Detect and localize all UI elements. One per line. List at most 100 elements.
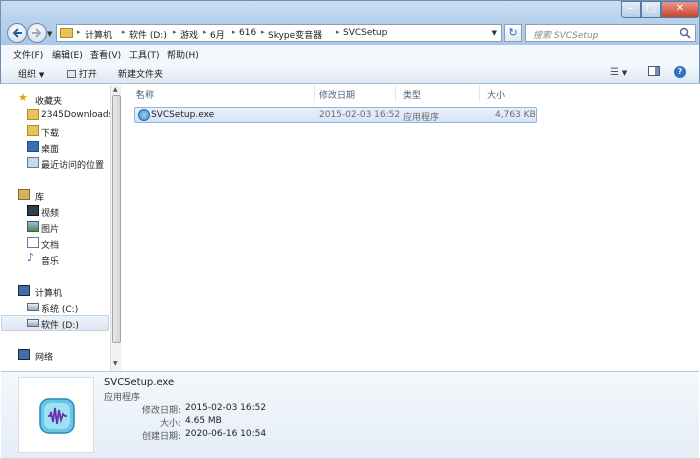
sidebar-item-videos[interactable]: 视频 (1, 203, 109, 219)
column-header-type[interactable]: 类型 (396, 85, 480, 102)
menu-view[interactable]: 查看(V) (90, 48, 121, 61)
file-thumbnail (18, 377, 94, 453)
breadcrumb-drive-d[interactable]: 软件 (D:) (129, 28, 167, 41)
scrollbar-thumb[interactable] (112, 95, 121, 343)
breadcrumb-skype-voice-changer[interactable]: Skype变音器 (268, 28, 322, 41)
sidebar-item-label: 库 (35, 193, 45, 203)
menu-tools[interactable]: 工具(T) (129, 48, 160, 61)
search-placeholder: 搜索 SVCSetup (533, 31, 599, 41)
open-button[interactable]: 打开 (67, 67, 97, 80)
pictures-icon (27, 221, 39, 232)
sidebar-item-label: 视频 (41, 209, 60, 219)
breadcrumb-computer[interactable]: 计算机 (85, 28, 112, 41)
voice-changer-app-icon (39, 398, 75, 434)
sidebar-item-2345downloads[interactable]: 2345Downloads (1, 107, 113, 123)
breadcrumb-separator-icon[interactable]: ▸ (232, 28, 236, 36)
sidebar-network[interactable]: 网络 (1, 347, 109, 363)
column-header-size[interactable]: 大小 (480, 85, 540, 102)
sidebar-item-recent-places[interactable]: 最近访问的位置 (1, 155, 109, 171)
details-pane: SVCSetup.exe 应用程序 修改日期: 2015-02-03 16:52… (1, 371, 699, 458)
view-options-button[interactable]: ☰ ▼ (610, 67, 627, 78)
documents-icon (27, 237, 39, 248)
address-history-dropdown-icon[interactable]: ▼ (492, 29, 497, 37)
breadcrumb-separator-icon[interactable]: ▸ (336, 28, 340, 36)
refresh-button[interactable]: ↻ (504, 24, 522, 42)
details-created-value: 2020-06-16 10:54 (185, 429, 267, 439)
file-list: 名称 ▲ 修改日期 类型 大小 SVCSetup.exe 2015-02-03 … (123, 85, 698, 371)
details-modified-label: 修改日期: (141, 406, 181, 416)
folder-icon (60, 28, 73, 38)
maximize-button[interactable]: □ (641, 1, 661, 18)
menu-help[interactable]: 帮助(H) (167, 48, 199, 61)
chevron-down-icon: ▼ (621, 69, 628, 77)
sidebar-item-pictures[interactable]: 图片 (1, 219, 109, 235)
navigation-scrollbar[interactable]: ▲ ▼ (110, 85, 121, 371)
recent-pages-dropdown-icon[interactable]: ▼ (47, 30, 52, 38)
breadcrumb-separator-icon[interactable]: ▸ (77, 28, 81, 36)
help-button[interactable]: ? (674, 66, 686, 78)
sidebar-item-label: 2345Downloads (41, 110, 114, 120)
window-titlebar: – □ ✕ ▼ ▸ 计算机 ▸ 软件 (D:) ▸ 游戏 ▸ 6月 ▸ 616 … (0, 0, 700, 45)
sidebar-item-desktop[interactable]: 桌面 (1, 139, 109, 155)
file-modified: 2015-02-03 16:52 (319, 110, 401, 120)
back-button[interactable] (7, 23, 27, 43)
sidebar-item-label: 文档 (41, 241, 60, 251)
sidebar-item-label: 图片 (41, 225, 60, 235)
column-header-name[interactable]: 名称 ▲ (129, 85, 315, 102)
sidebar-item-documents[interactable]: 文档 (1, 235, 109, 251)
close-button[interactable]: ✕ (661, 1, 699, 18)
breadcrumb-separator-icon[interactable]: ▸ (122, 28, 126, 36)
file-type: 应用程序 (403, 113, 440, 123)
sidebar-item-drive-c[interactable]: 系统 (C:) (1, 299, 109, 315)
table-row[interactable]: SVCSetup.exe 2015-02-03 16:52 应用程序 4,763… (134, 107, 537, 123)
downloads-folder-icon (27, 125, 39, 136)
column-header-label: 修改日期 (319, 91, 356, 101)
menu-edit[interactable]: 编辑(E) (52, 48, 83, 61)
sidebar-item-label: 下载 (41, 129, 60, 139)
column-header-label: 类型 (403, 91, 422, 101)
forward-button[interactable] (27, 23, 47, 43)
sidebar-computer[interactable]: 计算机 (1, 283, 109, 299)
search-icon[interactable] (679, 27, 691, 39)
scroll-up-icon[interactable]: ▲ (113, 86, 118, 93)
organize-label: 组织 (18, 70, 37, 80)
file-size: 4,763 KB (495, 110, 536, 120)
navigation-pane: ★ 收藏夹 2345Downloads 下载 桌面 最近访问的位置 库 视频 图… (1, 85, 121, 371)
open-icon (67, 70, 76, 78)
help-icon: ? (674, 66, 686, 78)
column-header-modified[interactable]: 修改日期 (312, 85, 396, 102)
recent-places-icon (27, 157, 39, 168)
scroll-down-icon[interactable]: ▼ (113, 360, 118, 367)
details-created-label: 创建日期: (141, 432, 181, 442)
sidebar-item-drive-d[interactable]: 软件 (D:) (1, 315, 109, 331)
breadcrumb-june[interactable]: 6月 (210, 28, 225, 41)
breadcrumb-separator-icon[interactable]: ▸ (261, 28, 265, 36)
breadcrumb-svcsetup[interactable]: SVCSetup (343, 28, 387, 38)
search-box[interactable]: 搜索 SVCSetup (525, 24, 696, 42)
drive-icon (27, 319, 39, 327)
organize-button[interactable]: 组织 ▼ (18, 67, 44, 80)
details-file-name: SVCSetup.exe (104, 377, 175, 388)
system-drive-icon (27, 303, 39, 311)
sidebar-libraries[interactable]: 库 (1, 187, 109, 203)
menu-file[interactable]: 文件(F) (13, 48, 43, 61)
sidebar-item-downloads[interactable]: 下载 (1, 123, 109, 139)
back-arrow-icon (12, 28, 22, 38)
sort-ascending-icon: ▲ (136, 88, 141, 95)
breadcrumb-games[interactable]: 游戏 (180, 28, 198, 41)
address-bar[interactable]: ▸ 计算机 ▸ 软件 (D:) ▸ 游戏 ▸ 6月 ▸ 616 ▸ Skype变… (56, 24, 502, 42)
sidebar-item-label: 最近访问的位置 (41, 161, 105, 171)
chevron-down-icon: ▼ (38, 71, 45, 79)
sidebar-favorites[interactable]: ★ 收藏夹 (1, 91, 109, 107)
column-header-label: 大小 (487, 91, 506, 101)
minimize-button[interactable]: – (621, 1, 641, 18)
breadcrumb-separator-icon[interactable]: ▸ (173, 28, 177, 36)
breadcrumb-separator-icon[interactable]: ▸ (203, 28, 207, 36)
details-modified-value: 2015-02-03 16:52 (185, 403, 267, 413)
new-folder-button[interactable]: 新建文件夹 (118, 67, 163, 80)
sidebar-item-label: 计算机 (35, 289, 63, 299)
preview-pane-button[interactable] (648, 66, 660, 79)
sidebar-item-music[interactable]: ♪ 音乐 (1, 251, 109, 267)
minimize-icon: – (628, 3, 634, 14)
breadcrumb-616[interactable]: 616 (239, 28, 256, 38)
